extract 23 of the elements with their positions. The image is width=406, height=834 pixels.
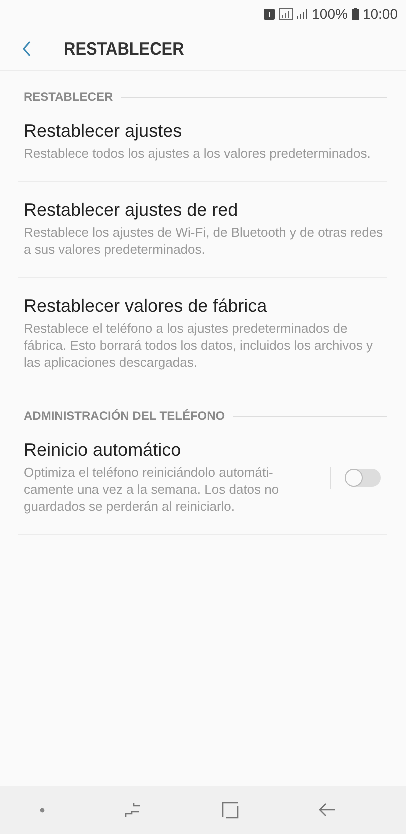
clock: 10:00 — [362, 6, 398, 22]
home-icon[interactable] — [222, 802, 239, 818]
recent-apps-icon[interactable] — [125, 802, 142, 818]
setting-title[interactable]: Reinicio automático — [24, 440, 322, 461]
setting-title[interactable]: Restablecer valores de fábrica — [24, 296, 387, 317]
toggle-switch[interactable] — [345, 468, 381, 486]
setting-description: Restablece los ajustes de Wi-Fi, de Bluetooth y de otras redes a sus valores predeterminados. — [24, 224, 384, 258]
battery-percent: 100% — [312, 6, 348, 22]
back-icon[interactable] — [318, 803, 336, 817]
signal-icon — [297, 9, 308, 19]
setting-description: Restablece todos los ajustes a los valores predeterminados. — [24, 145, 372, 162]
setting-description: Restablece el teléfono a los ajustes predeterminados de fábrica. Esto borrará todos los datos, incluidos los archivos y las aplicaciones descargadas. — [24, 320, 374, 371]
setting-title[interactable]: Restablecer ajustes — [24, 121, 387, 142]
back-icon[interactable] — [22, 41, 32, 57]
battery-icon — [352, 8, 359, 20]
page-title: RESTABLECER — [64, 38, 184, 60]
dot-icon[interactable] — [40, 808, 46, 812]
section-header: RESTABLECER — [24, 90, 114, 104]
section-header: ADMINISTRACIÓN DEL TELÉFONO — [24, 409, 226, 423]
sim-icon — [264, 8, 276, 20]
setting-title[interactable]: Restablecer ajustes de red — [24, 200, 387, 221]
signal-icon — [279, 8, 294, 20]
setting-description: Optimiza el teléfono reiniciándolo automáti-camente una vez a la semana. Los datos no guardados se perderán al reiniciarlo. — [24, 464, 280, 515]
